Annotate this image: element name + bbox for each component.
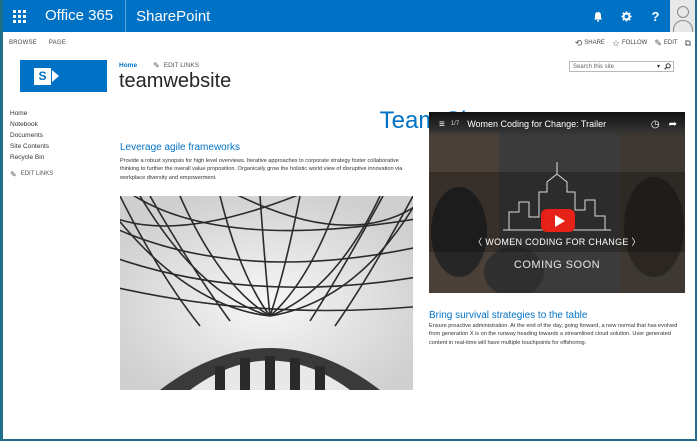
focus-content-button[interactable]: ⧉ (685, 38, 693, 49)
section2-title: Bring survival strategies to the table (429, 310, 588, 321)
play-icon (554, 214, 565, 227)
nav-item-documents[interactable]: Documents (10, 130, 53, 141)
section1-body: Provide a robust synopsis for high level… (120, 158, 403, 181)
video-actions: ◷ ➦ (642, 119, 685, 130)
nav-item-home[interactable]: Home (10, 108, 53, 119)
video-brand-text: 〈 WOMEN CODING FOR CHANGE 〉 (429, 235, 685, 248)
chevron-right-icon: 〉 (628, 237, 641, 247)
share-icon: ⟲ (574, 37, 583, 48)
sharepoint-app-name[interactable]: SharePoint (126, 8, 210, 25)
search-icon[interactable] (664, 63, 671, 70)
office-365-brand[interactable]: Office 365 (35, 0, 127, 32)
share-button[interactable]: ⟲ SHARE (575, 38, 605, 49)
tab-page[interactable]: PAGE (43, 40, 72, 46)
edit-label: EDIT (663, 40, 678, 46)
tab-browse[interactable]: BROWSE (3, 40, 43, 46)
nav-item-notebook[interactable]: Notebook (10, 119, 53, 130)
search-box[interactable]: Search this site ▾ (569, 61, 674, 72)
section2-body: Ensure proactive administration. At the … (429, 323, 678, 346)
top-nav: Home ✎ EDIT LINKS (119, 61, 199, 70)
sharepoint-logo-icon: S (34, 67, 51, 85)
nav-edit-links[interactable]: ✎ EDIT LINKS (10, 169, 53, 180)
chevron-left-icon: 〈 (473, 237, 486, 247)
playlist-count: 1/7 (450, 121, 460, 127)
pencil-icon: ✎ (153, 61, 160, 70)
playlist-icon[interactable]: ≡ (439, 119, 445, 130)
clock-icon[interactable]: ◷ (651, 119, 660, 130)
help-icon[interactable]: ? (641, 0, 670, 32)
search-input[interactable]: Search this site (573, 64, 614, 70)
page-frame: Office 365 SharePoint ? BROWSE PAGE ⟲ SH… (0, 0, 697, 441)
topnav-edit-links[interactable]: ✎ EDIT LINKS (153, 61, 199, 70)
gear-icon[interactable] (612, 0, 641, 32)
topnav-edit-links-label: EDIT LINKS (163, 62, 200, 69)
share-label: SHARE (584, 40, 605, 46)
share-arrow-icon[interactable]: ➦ (669, 119, 677, 130)
play-button[interactable] (541, 209, 575, 232)
pencil-icon: ✎ (10, 170, 17, 179)
topnav-home-link[interactable]: Home (119, 62, 137, 69)
quick-launch: Home Notebook Documents Site Contents Re… (10, 108, 53, 180)
search-scope-controls[interactable]: ▾ (657, 63, 673, 70)
focus-icon: ⧉ (684, 37, 691, 48)
glass-roof-photo (120, 196, 413, 390)
video-brand-label: WOMEN CODING FOR CHANGE (485, 237, 629, 247)
section1-title: Leverage agile frameworks (120, 142, 241, 153)
follow-button[interactable]: ☆ FOLLOW (612, 38, 647, 49)
video-title[interactable]: Women Coding for Change: Trailer (467, 119, 606, 129)
nav-edit-links-label: EDIT LINKS (20, 171, 54, 177)
video-coming-soon: COMING SOON (513, 259, 601, 271)
video-title-bar: ≡ 1/7 Women Coding for Change: Trailer ◷… (429, 112, 685, 136)
video-embed[interactable]: ≡ 1/7 Women Coding for Change: Trailer ◷… (429, 112, 685, 293)
nav-item-site-contents[interactable]: Site Contents (10, 141, 53, 152)
logo-arrow-icon (52, 70, 59, 82)
ribbon-bar: BROWSE PAGE ⟲ SHARE ☆ FOLLOW ✎ EDIT ⧉ (3, 32, 695, 54)
site-title[interactable]: teamwebsite (119, 70, 231, 93)
ribbon-actions: ⟲ SHARE ☆ FOLLOW ✎ EDIT ⧉ (568, 38, 695, 49)
suite-bar: Office 365 SharePoint ? (3, 0, 695, 32)
user-avatar[interactable] (670, 0, 695, 32)
nav-item-recycle-bin[interactable]: Recycle Bin (10, 152, 53, 163)
site-logo[interactable]: S (20, 60, 107, 92)
star-icon: ☆ (611, 37, 620, 48)
waffle-icon[interactable] (3, 0, 35, 32)
suite-bar-actions: ? (583, 0, 695, 32)
follow-label: FOLLOW (622, 40, 648, 46)
edit-button[interactable]: ✎ EDIT (654, 38, 677, 49)
pencil-icon: ✎ (654, 37, 662, 48)
chevron-down-icon[interactable]: ▾ (657, 63, 660, 70)
bell-icon[interactable] (583, 0, 612, 32)
